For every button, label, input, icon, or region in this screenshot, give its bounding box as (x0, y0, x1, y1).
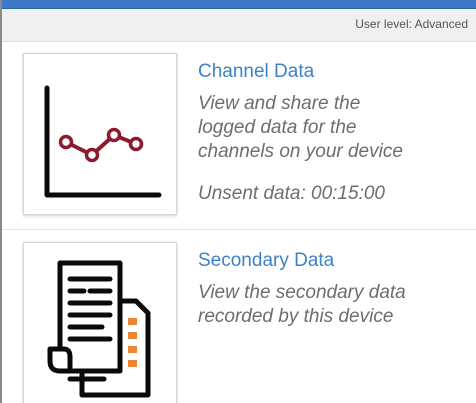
description-line: View and share the (198, 93, 361, 114)
channel-data-tile[interactable] (23, 53, 177, 215)
channel-data-title[interactable]: Channel Data (198, 61, 314, 83)
secondary-data-title[interactable]: Secondary Data (198, 250, 334, 272)
channel-data-description: View and share the logged data for the c… (198, 92, 468, 164)
description-line: logged data for the (198, 117, 357, 138)
description-line: channels on your device (198, 141, 403, 162)
secondary-data-tile[interactable] (23, 242, 177, 403)
secondary-data-card[interactable]: Secondary Data View the secondary data r… (2, 232, 476, 403)
documents-icon (47, 260, 151, 398)
card-divider (2, 229, 476, 230)
unsent-data-status: Unsent data: 00:15:00 (198, 183, 385, 204)
channel-data-card[interactable]: Channel Data View and share the logged d… (2, 43, 476, 225)
description-line: View the secondary data (198, 282, 406, 303)
top-accent-bar (2, 0, 476, 9)
user-level-label: User level: Advanced (355, 17, 468, 31)
line-chart-icon (44, 85, 162, 198)
secondary-data-description: View the secondary data recorded by this… (198, 281, 468, 329)
description-line: recorded by this device (198, 306, 394, 327)
channel-menu-screen: User level: Advanced Channel Data View a… (0, 0, 476, 403)
